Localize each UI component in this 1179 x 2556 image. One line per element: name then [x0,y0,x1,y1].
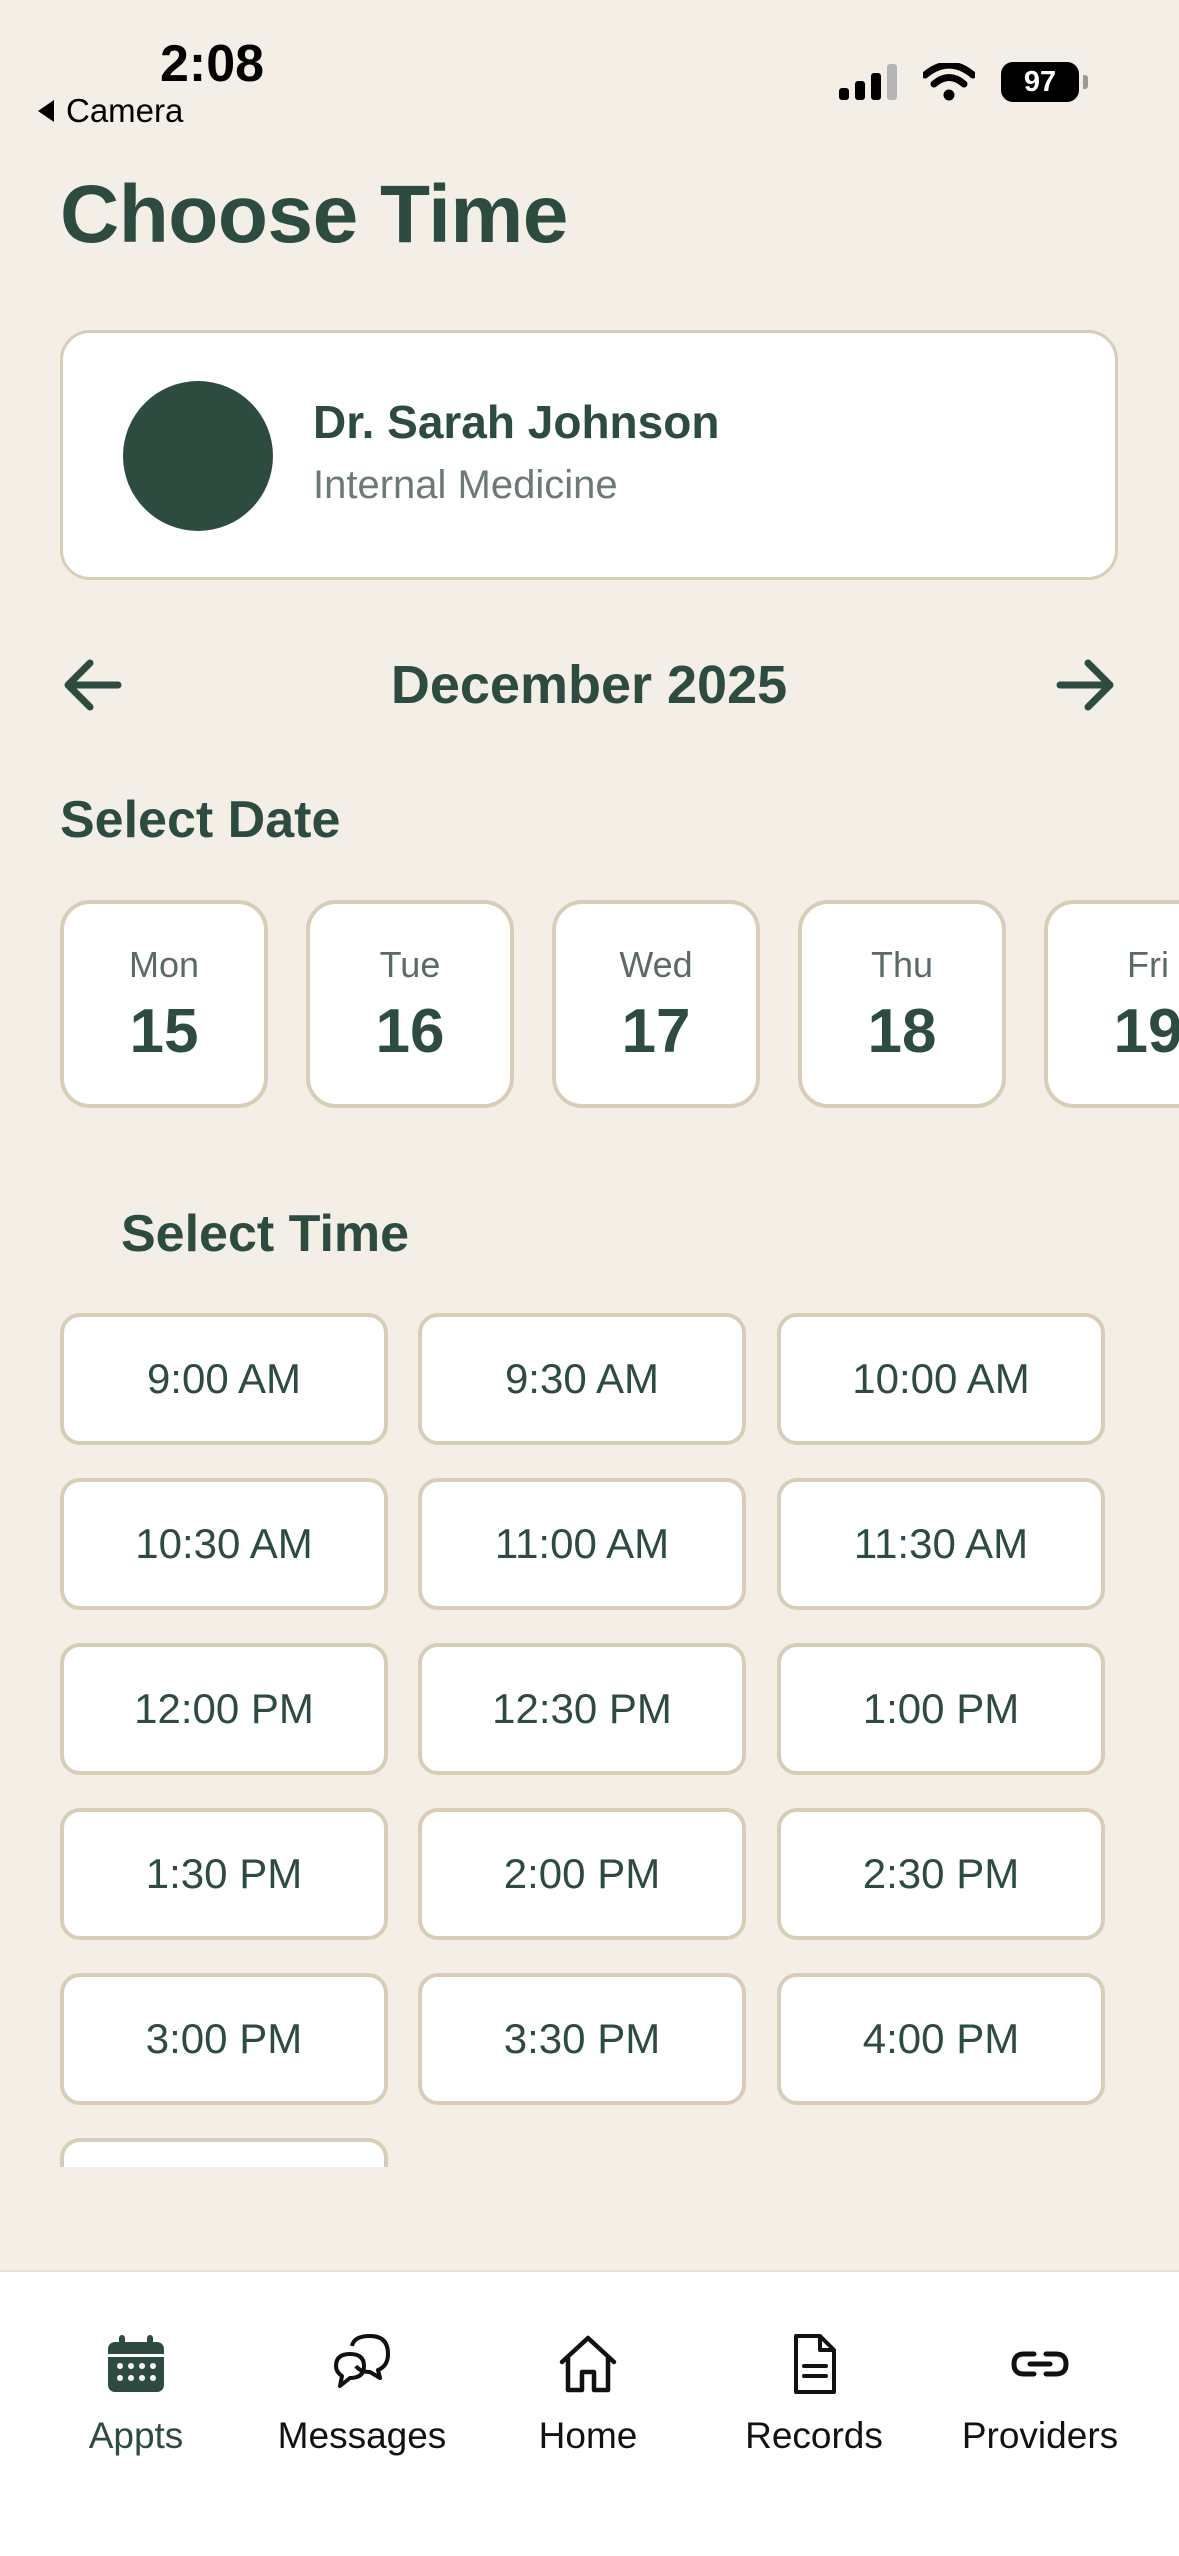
time-slot[interactable]: 10:30 AM [60,1478,388,1610]
date-number: 19 [1113,997,1179,1066]
time-slot-grid: 9:00 AM 9:30 AM 10:00 AM 10:30 AM 11:00 … [60,1313,1118,2167]
time-slot[interactable]: 11:30 AM [777,1478,1105,1610]
date-chip[interactable]: Wed 17 [552,900,760,1108]
time-slot[interactable] [60,2138,388,2167]
back-triangle-icon [38,100,54,122]
date-weekday: Thu [870,944,934,985]
select-date-heading: Select Date [60,791,341,849]
time-slot[interactable]: 1:30 PM [60,1808,388,1940]
tab-label: Home [538,2415,638,2456]
date-chip[interactable]: Fri 19 [1044,900,1179,1108]
tab-label: Appts [88,2415,184,2456]
date-number: 17 [621,997,691,1066]
month-label: December 2025 [390,655,788,715]
time-slot[interactable]: 2:30 PM [777,1808,1105,1940]
time-slot[interactable]: 1:00 PM [777,1643,1105,1775]
time-slot[interactable]: 9:00 AM [60,1313,388,1445]
tab-appts[interactable]: Appts [26,2332,246,2457]
cellular-signal-icon [839,64,897,100]
date-strip[interactable]: Mon 15 Tue 16 Wed 17 Thu 18 Fri 19 [60,900,1179,1112]
tab-providers[interactable]: Providers [930,2332,1150,2457]
date-chip[interactable]: Thu 18 [798,900,1006,1108]
date-weekday: Mon [128,944,200,985]
date-chip[interactable]: Tue 16 [306,900,514,1108]
date-number: 16 [375,997,445,1066]
battery-icon: 97 [1001,62,1088,102]
time-slot[interactable]: 3:00 PM [60,1973,388,2105]
doctor-name: Dr. Sarah Johnson [313,396,720,448]
tab-label: Providers [961,2415,1119,2456]
select-time-heading: Select Time [121,1205,410,1263]
document-icon [794,2334,836,2394]
time-slot[interactable]: 12:30 PM [418,1643,746,1775]
date-chip[interactable]: Mon 15 [60,900,268,1108]
doctor-card: Dr. Sarah Johnson Internal Medicine [60,330,1118,580]
time-slot[interactable]: 3:30 PM [418,1973,746,2105]
time-slot[interactable]: 2:00 PM [418,1808,746,1940]
date-number: 15 [129,997,199,1066]
month-navigation: December 2025 [60,640,1118,730]
tab-label: Records [745,2415,883,2456]
tab-records[interactable]: Records [704,2332,924,2457]
tab-messages[interactable]: Messages [252,2332,472,2457]
doctor-avatar [123,381,273,531]
date-weekday: Wed [619,944,693,985]
date-weekday: Fri [1127,944,1169,985]
bottom-tab-bar: Appts Messages Home Records Providers [0,2270,1179,2556]
tab-home[interactable]: Home [478,2332,698,2457]
date-number: 18 [867,997,937,1066]
page-title: Choose Time [60,169,568,260]
tab-label: Messages [277,2415,447,2456]
next-month-arrow-icon[interactable] [1054,655,1118,715]
time-slot[interactable]: 10:00 AM [777,1313,1105,1445]
back-to-camera-link[interactable]: Camera [38,92,183,130]
home-icon [559,2335,617,2393]
battery-level: 97 [1023,65,1057,98]
calendar-icon [108,2335,164,2392]
wifi-icon [923,63,975,101]
choose-time-screen: 2:08 Camera 97 Choose Time Dr. Sarah Joh… [0,0,1179,2556]
doctor-specialty: Internal Medicine [313,463,618,507]
link-icon [1011,2351,1069,2377]
time-slot[interactable]: 9:30 AM [418,1313,746,1445]
status-time: 2:08 [160,35,265,93]
chat-bubbles-icon [334,2334,390,2388]
time-slot[interactable]: 12:00 PM [60,1643,388,1775]
time-slot[interactable]: 11:00 AM [418,1478,746,1610]
status-indicators: 97 [839,62,1088,102]
back-label: Camera [66,92,184,129]
date-weekday: Tue [379,944,441,985]
time-slot[interactable]: 4:00 PM [777,1973,1105,2105]
